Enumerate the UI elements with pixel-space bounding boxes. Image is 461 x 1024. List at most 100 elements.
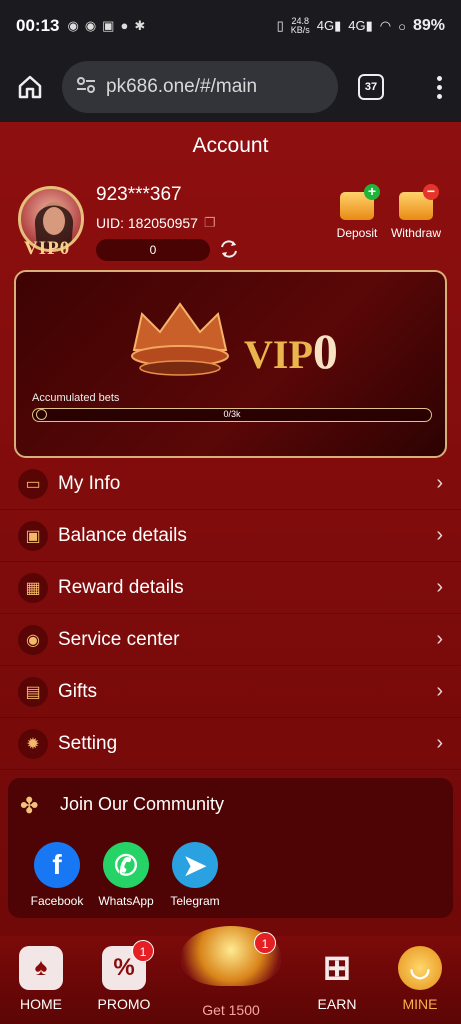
whatsapp-label: WhatsApp [98, 894, 154, 908]
community-title: Join Our Community [60, 794, 225, 814]
get-badge: 1 [254, 932, 276, 954]
chevron-right-icon: › [436, 524, 443, 546]
uid-row: UID: 182050957 ❐ [96, 215, 216, 231]
chevron-right-icon: › [436, 472, 443, 494]
menu-label: Service center [58, 628, 180, 650]
gift-icon: ⊞ [322, 949, 352, 987]
status-bar: 00:13 ◉ ◉ ▣ ● ✱ ▯ 24.8 KB/s 4G▮ 4G▮ ◠ ○ 8… [0, 0, 461, 52]
tab-earn-label: EARN [317, 996, 357, 1012]
whatsapp-icon: ✆ [103, 842, 149, 888]
community-panel: ✤ Join Our Community f Facebook ✆ WhatsA… [8, 778, 453, 918]
vip-prefix: VIP [244, 332, 313, 377]
home-icon[interactable] [12, 69, 48, 105]
facebook-link[interactable]: f Facebook [20, 842, 94, 908]
withdraw-button[interactable]: − Withdraw [386, 184, 446, 241]
menu-service-center[interactable]: ◉ Service center › [0, 614, 461, 666]
wallet-icon: ▣ [18, 520, 48, 551]
menu-gifts[interactable]: ▤ Gifts › [0, 666, 461, 718]
network-speed: 24.8 KB/s [291, 17, 310, 35]
telegram-link[interactable]: ➤ Telegram [158, 842, 232, 908]
status-right: ▯ 24.8 KB/s 4G▮ 4G▮ ◠ ○ 89% [277, 17, 445, 35]
chevron-right-icon: › [436, 576, 443, 598]
browser-menu-icon[interactable] [429, 75, 449, 99]
bottom-tab-bar: ♠ HOME % PROMO 1 Get 1500 1 ⊞ EARN ◡ MIN… [0, 926, 461, 1024]
signal-2: 4G▮ [348, 18, 373, 33]
copy-icon[interactable]: ❐ [204, 215, 216, 231]
app-notif-icon: ✱ [134, 18, 146, 33]
vibrate-icon: ▯ [276, 18, 284, 33]
deposit-label: Deposit [336, 226, 378, 240]
refresh-icon[interactable] [218, 238, 240, 260]
menu-my-info[interactable]: ▭ My Info › [0, 458, 461, 510]
facebook-icon: f [34, 842, 80, 888]
vip-card[interactable]: VIP0 Accumulated bets 0/3k [14, 270, 447, 458]
user-name: 923***367 [96, 184, 182, 205]
whatsapp-business-notif-icon: ◉ [84, 18, 97, 33]
deposit-wallet-icon: + [340, 184, 380, 220]
gift-box-icon: ▦ [18, 572, 48, 603]
net2-label: 4G [348, 18, 366, 33]
menu-label: Balance details [58, 524, 187, 546]
instagram-notif-icon: ▣ [102, 18, 115, 33]
progress-text: 0/3k [223, 409, 241, 419]
vip-level-display: VIP0 [244, 322, 338, 380]
withdraw-wallet-icon: − [399, 184, 439, 220]
deposit-button[interactable]: + Deposit [327, 184, 387, 240]
wifi-icon: ◠ [379, 18, 392, 33]
site-settings-icon[interactable] [76, 76, 96, 99]
tab-switcher-button[interactable]: 37 [358, 74, 384, 100]
url-text[interactable]: pk686.one/#/main [106, 76, 257, 98]
address-bar[interactable]: pk686.one/#/main [62, 61, 338, 113]
chevron-right-icon: › [436, 732, 443, 754]
speed-unit: KB/s [290, 25, 310, 35]
chevron-right-icon: › [436, 680, 443, 702]
menu-reward-details[interactable]: ▦ Reward details › [0, 562, 461, 614]
tab-promo[interactable]: % PROMO 1 [84, 940, 164, 1012]
menu-label: My Info [58, 472, 121, 494]
mine-icon: ◡ [398, 946, 442, 990]
menu-label: Setting [58, 732, 118, 754]
tab-mine[interactable]: ◡ MINE [380, 946, 460, 1012]
balance-display: 0 [96, 239, 210, 261]
signal-1: 4G▮ [316, 18, 342, 33]
clover-icon: ✤ [20, 793, 39, 818]
spade-icon: ♠ [19, 946, 63, 990]
notification-icons: ◉ ◉ ▣ ● ✱ [67, 18, 145, 34]
battery-icon: ○ [398, 18, 406, 34]
menu-balance-details[interactable]: ▣ Balance details › [0, 510, 461, 562]
status-time: 00:13 [16, 16, 60, 35]
menu-label: Gifts [58, 680, 98, 702]
accumulated-bets-label: Accumulated bets [32, 392, 120, 404]
crown-icon [131, 302, 229, 376]
tab-get-bonus[interactable]: Get 1500 1 [181, 926, 281, 1018]
withdraw-label: Withdraw [390, 226, 441, 240]
chat-notif-icon: ● [120, 18, 129, 33]
promo-badge: 1 [132, 940, 154, 962]
menu-label: Reward details [58, 576, 184, 598]
browser-toolbar: pk686.one/#/main 37 [0, 52, 461, 122]
tab-mine-label: MINE [402, 996, 438, 1012]
tab-home-label: HOME [20, 996, 62, 1012]
tab-earn[interactable]: ⊞ EARN [297, 946, 377, 1012]
page-title: Account [192, 134, 269, 157]
tab-home[interactable]: ♠ HOME [1, 946, 81, 1012]
telegram-label: Telegram [170, 894, 220, 908]
gear-icon: ✹ [18, 728, 48, 759]
telegram-icon: ➤ [172, 842, 218, 888]
tab-get-label: Get 1500 [202, 1002, 260, 1018]
vip-level-tag: VIP0 [24, 238, 71, 259]
chevron-right-icon: › [436, 628, 443, 650]
tab-promo-label: PROMO [97, 996, 151, 1012]
whatsapp-notif-icon: ◉ [67, 18, 79, 33]
account-page: Account VIP0 923***367 UID: 182050957 ❐ … [0, 122, 461, 1024]
menu-setting[interactable]: ✹ Setting › [0, 718, 461, 770]
id-card-icon: ▭ [18, 468, 48, 499]
battery-level: 89% [412, 17, 445, 34]
uid-text: UID: 182050957 [96, 215, 198, 231]
whatsapp-link[interactable]: ✆ WhatsApp [89, 842, 163, 908]
headset-icon: ◉ [18, 624, 48, 655]
ticket-icon: ▤ [18, 676, 48, 707]
vip-level-number: 0 [312, 323, 338, 379]
facebook-label: Facebook [30, 894, 84, 908]
net1-label: 4G [316, 18, 335, 33]
